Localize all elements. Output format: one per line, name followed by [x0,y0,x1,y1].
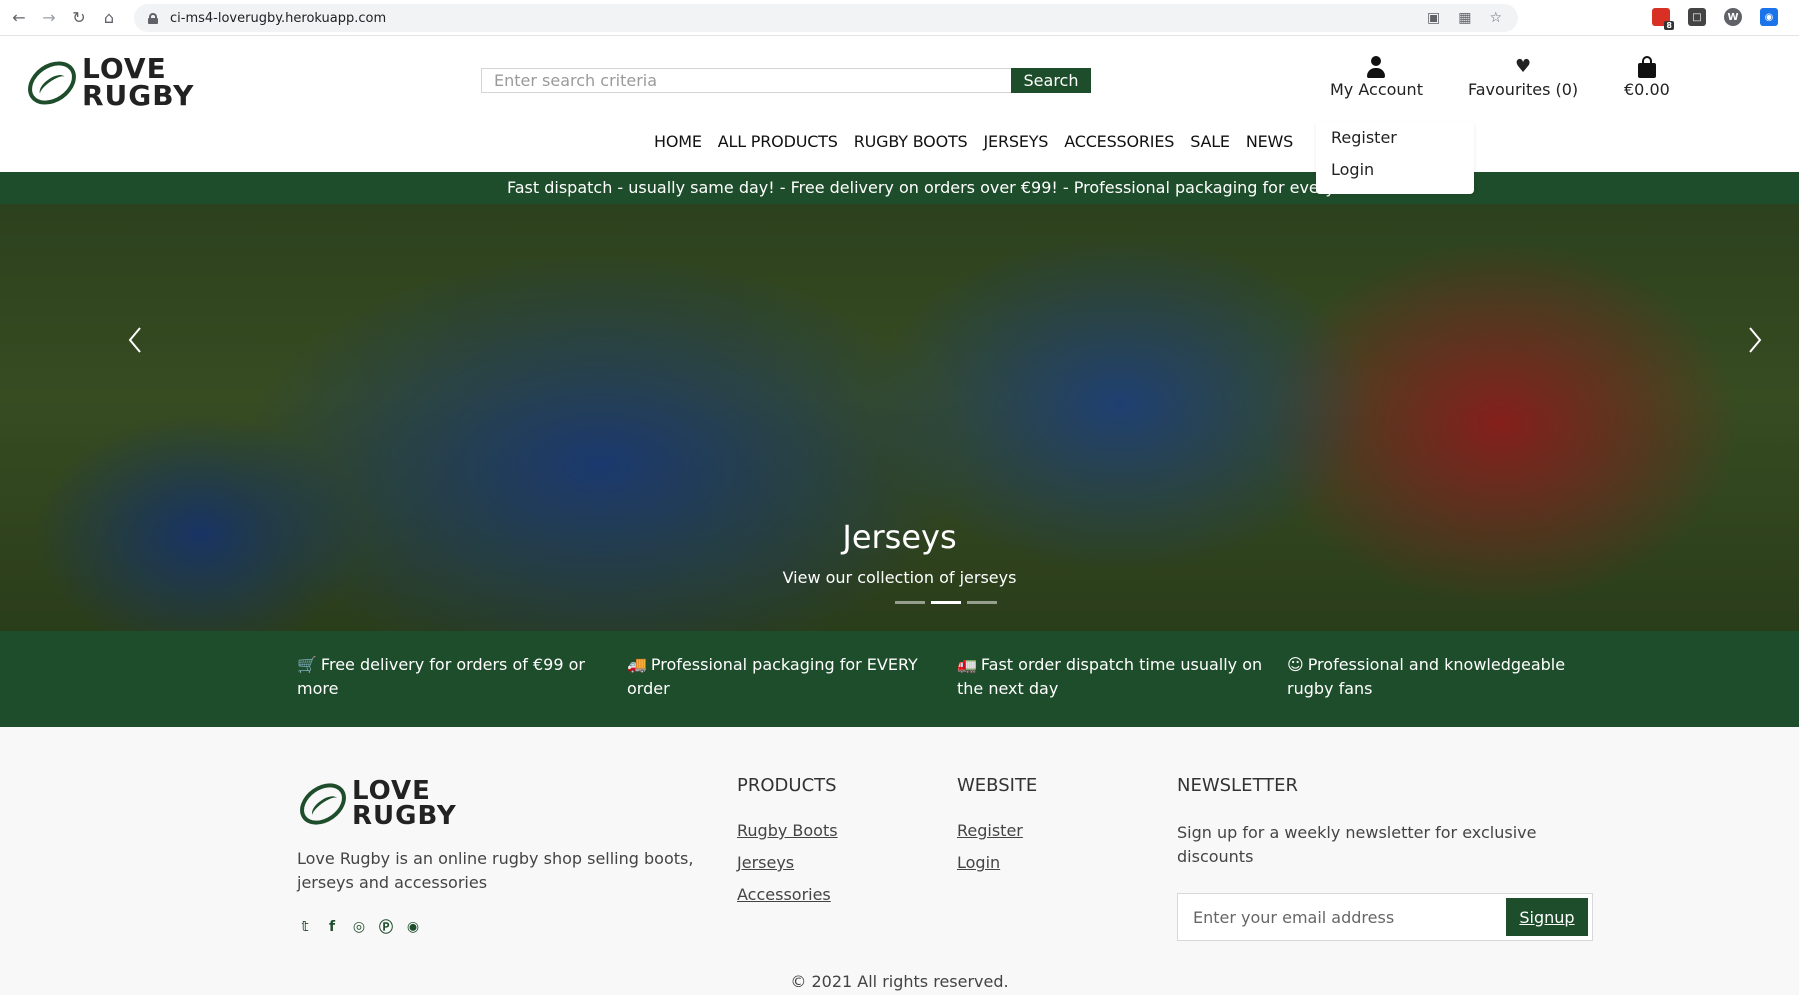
carousel-next-icon[interactable] [1734,320,1774,360]
forward-arrow-icon[interactable]: → [38,7,60,29]
cart-icon: 🛒 [297,655,317,674]
reload-icon[interactable]: ↻ [68,7,90,29]
footer-description: Love Rugby is an online rugby shop selli… [297,849,694,892]
facebook-icon[interactable]: f [324,919,340,935]
favourites-link[interactable]: ♥ Favourites (0) [1468,56,1578,99]
products-heading: PRODUCTS [737,775,837,796]
back-arrow-icon[interactable]: ← [8,7,30,29]
carousel-prev-icon[interactable] [116,320,156,360]
search-form: Search [481,68,1091,93]
feature-text: Fast order dispatch time usually on the … [957,655,1263,698]
truck-icon: 🚛 [957,655,977,674]
box-icon: 🚚 [627,655,647,674]
feature-item: 🚛 Fast order dispatch time usually on the… [957,653,1267,701]
carousel-title: Jerseys [842,518,957,556]
nav-home[interactable]: HOME [654,132,702,151]
qr-icon[interactable]: ▦ [1458,10,1471,26]
products-links: Rugby Boots Jerseys Accessories [737,821,838,917]
site-footer: LOVE RUGBY Love Rugby is an online rugby… [0,727,1799,995]
copyright: © 2021 All rights reserved. [790,972,1009,991]
newsletter-heading: NEWSLETTER [1177,775,1299,796]
home-icon[interactable]: ⌂ [98,7,120,29]
social-links: 𝕥 f ◎ Ⓟ ◉ [297,919,421,936]
feature-text: Free delivery for orders of €99 or more [297,655,585,698]
nav-jerseys[interactable]: JERSEYS [984,132,1049,151]
footer-logo[interactable]: LOVE RUGBY [292,774,457,833]
cart-link[interactable]: €0.00 [1624,56,1670,99]
cart-total: €0.00 [1624,80,1670,99]
url-text[interactable]: ci-ms4-loverugby.herokuapp.com [170,11,386,26]
feature-item: 🚚 Professional packaging for EVERY order [627,653,927,701]
feature-text: Professional and knowledgeable rugby fan… [1287,655,1566,698]
carousel-indicator[interactable] [895,601,925,604]
footer-link-jerseys[interactable]: Jerseys [737,853,838,885]
browser-toolbar: ← → ↻ ⌂ ci-ms4-loverugby.herokuapp.com ▣… [0,0,1799,36]
newsletter-form: Signup [1177,893,1593,941]
my-account-link[interactable]: My Account [1330,56,1423,99]
feature-item: 🛒 Free delivery for orders of €99 or more [297,653,587,701]
footer-link-register[interactable]: Register [957,821,1023,853]
account-dropdown: Register Login [1316,122,1474,194]
footer-logo-line2: RUGBY [352,800,457,831]
nav-rugby-boots[interactable]: RUGBY BOOTS [854,132,968,151]
extension-blue-icon[interactable]: ◉ [1760,8,1778,26]
wordpress-icon[interactable]: W [1724,8,1742,26]
nav-news[interactable]: NEWS [1246,132,1293,151]
search-input[interactable] [481,68,1011,93]
favourites-label: Favourites (0) [1468,80,1579,99]
nav-all-products[interactable]: ALL PRODUCTS [718,132,838,151]
carousel-subtitle: View our collection of jerseys [782,568,1017,587]
footer-link-rugby-boots[interactable]: Rugby Boots [737,821,838,853]
nav-accessories[interactable]: ACCESSORIES [1064,132,1174,151]
hero-carousel: Jerseys View our collection of jerseys [0,204,1799,631]
main-nav: HOME ALL PRODUCTS RUGBY BOOTS JERSEYS AC… [654,132,1293,151]
screen-icon[interactable]: □ [1688,8,1706,26]
website-links: Register Login [957,821,1023,885]
carousel-indicators [895,601,997,604]
heart-icon: ♥ [1515,56,1532,77]
carousel-indicator-active[interactable] [931,601,961,604]
carousel-indicator[interactable] [967,601,997,604]
footer-link-login[interactable]: Login [957,853,1023,885]
delivery-banner: Fast dispatch - usually same day! - Free… [0,172,1799,204]
bookmark-star-icon[interactable]: ☆ [1489,10,1502,26]
carousel-caption: Jerseys View our collection of jerseys [0,518,1799,587]
person-icon [1366,56,1386,78]
footer-logo-line1: LOVE [352,776,431,806]
my-account-label: My Account [1330,80,1423,99]
twitter-icon[interactable]: 𝕥 [297,919,313,935]
feature-item: ☺ Professional and knowledgeable rugby fa… [1287,653,1587,701]
logo-line2: RUGBY [82,78,195,112]
smile-icon: ☺ [1287,655,1304,674]
rugby-ball-icon [292,774,354,833]
lock-icon [148,12,158,24]
signup-button[interactable]: Signup [1506,898,1588,936]
rugby-ball-icon [19,52,85,114]
website-heading: WEBSITE [957,775,1038,796]
cast-icon[interactable]: ▣ [1427,10,1440,26]
site-logo[interactable]: LOVE RUGBY [19,52,195,114]
extension-icon[interactable]: 8 [1652,8,1674,30]
email-field[interactable] [1178,894,1508,940]
shopping-bag-icon [1637,56,1656,78]
features-band: 🛒 Free delivery for orders of €99 or more… [0,631,1799,727]
snapchat-icon[interactable]: ◉ [405,919,421,935]
dropdown-login[interactable]: Login [1316,154,1474,186]
footer-link-accessories[interactable]: Accessories [737,885,838,917]
banner-text: Fast dispatch - usually same day! - Free… [507,178,1389,197]
dropdown-register[interactable]: Register [1316,122,1474,154]
search-button[interactable]: Search [1011,68,1091,93]
newsletter-text: Sign up for a weekly newsletter for excl… [1177,823,1537,866]
address-bar[interactable]: ci-ms4-loverugby.herokuapp.com ▣ ▦ ☆ [134,4,1518,32]
extension-badge: 8 [1664,21,1674,30]
nav-sale[interactable]: SALE [1190,132,1230,151]
feature-text: Professional packaging for EVERY order [627,655,918,698]
pinterest-icon[interactable]: Ⓟ [378,919,394,936]
instagram-icon[interactable]: ◎ [351,919,367,935]
